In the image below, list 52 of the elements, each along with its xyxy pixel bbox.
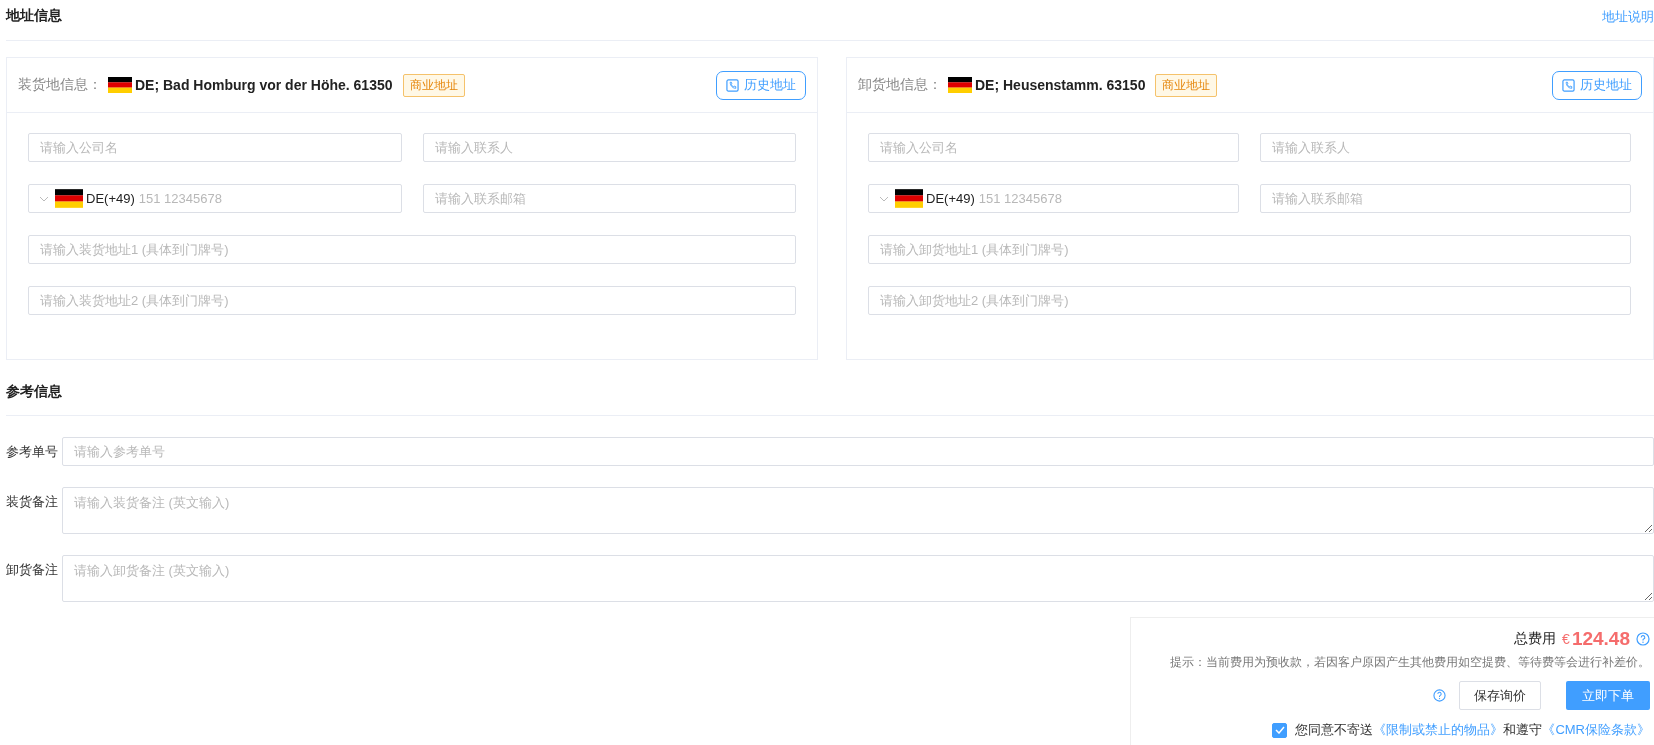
address-input[interactable]: 请输入卸货地址2 (具体到门牌号) (868, 286, 1631, 315)
remark-textarea[interactable]: 请输入装货备注 (英文输入) (62, 487, 1654, 534)
fee-tip-text: 提示：当前费用为预收款，若因客户原因产生其他费用如空提费、等待费等会进行补差价。 (1170, 654, 1650, 671)
total-amount: 124.48 (1571, 628, 1630, 650)
address-type-tag: 商业地址 (402, 73, 465, 97)
address-input[interactable]: 请输入卸货地址1 (具体到门牌号) (868, 235, 1631, 264)
agreement-text: 和遵守 (1503, 721, 1543, 739)
flag-icon (895, 189, 923, 208)
total-label: 总费用 (1514, 630, 1557, 648)
phone-book-icon (1562, 78, 1575, 92)
phone-book-icon (726, 78, 739, 92)
help-icon[interactable] (1636, 632, 1650, 646)
place-order-button[interactable]: 立即下单 (1566, 681, 1650, 710)
country-code: DE(+49) (86, 191, 135, 206)
flag-icon (948, 77, 972, 93)
history-address-button[interactable]: 历史地址 (1552, 70, 1642, 100)
address-text: DE; Bad Homburg vor der Höhe. 61350 (135, 77, 393, 93)
caret-icon (39, 195, 49, 202)
field-label: 装货备注 (6, 493, 59, 511)
phone-field[interactable]: DE(+49) 151 12345678 (28, 184, 402, 213)
flag-icon (55, 189, 83, 208)
cmr-terms-link[interactable]: 《CMR保险条款》 (1542, 721, 1650, 739)
field-label: 参考单号 (6, 443, 59, 461)
card-label: 装货地信息： (18, 76, 102, 94)
reference-input[interactable]: 请输入参考单号 (62, 437, 1654, 466)
section-title: 参考信息 (6, 382, 62, 401)
remark-textarea[interactable]: 请输入卸货备注 (英文输入) (62, 555, 1654, 602)
text-input[interactable]: 请输入公司名 (28, 133, 402, 162)
text-input[interactable]: 请输入联系人 (422, 133, 796, 162)
card-label: 卸货地信息： (858, 76, 942, 94)
text-input[interactable]: 请输入联系人 (1260, 133, 1631, 162)
history-address-button[interactable]: 历史地址 (716, 70, 806, 100)
help-icon[interactable] (1433, 689, 1446, 702)
text-input[interactable]: 请输入联系邮箱 (422, 184, 796, 213)
address-help-link[interactable]: 地址说明 (1602, 8, 1654, 26)
section-title: 地址信息 (6, 7, 62, 25)
text-input[interactable]: 请输入联系邮箱 (1260, 184, 1631, 213)
address-input[interactable]: 请输入装货地址1 (具体到门牌号) (28, 235, 796, 264)
agreement-text: 您同意不寄送 (1295, 721, 1374, 739)
phone-field[interactable]: DE(+49) 151 12345678 (868, 184, 1239, 213)
flag-icon (108, 77, 132, 93)
caret-icon (879, 195, 889, 202)
save-inquiry-button[interactable]: 保存询价 (1459, 681, 1541, 710)
address-text: DE; Heusenstamm. 63150 (975, 77, 1146, 93)
restricted-items-link[interactable]: 《限制或禁止的物品》 (1373, 721, 1504, 739)
text-input[interactable]: 请输入公司名 (868, 133, 1239, 162)
country-code: DE(+49) (926, 191, 975, 206)
address-type-tag: 商业地址 (1155, 73, 1218, 97)
agreement-checkbox[interactable] (1272, 722, 1288, 738)
field-label: 卸货备注 (6, 561, 59, 579)
address-input[interactable]: 请输入装货地址2 (具体到门牌号) (28, 286, 796, 315)
currency-symbol: € (1562, 631, 1570, 647)
